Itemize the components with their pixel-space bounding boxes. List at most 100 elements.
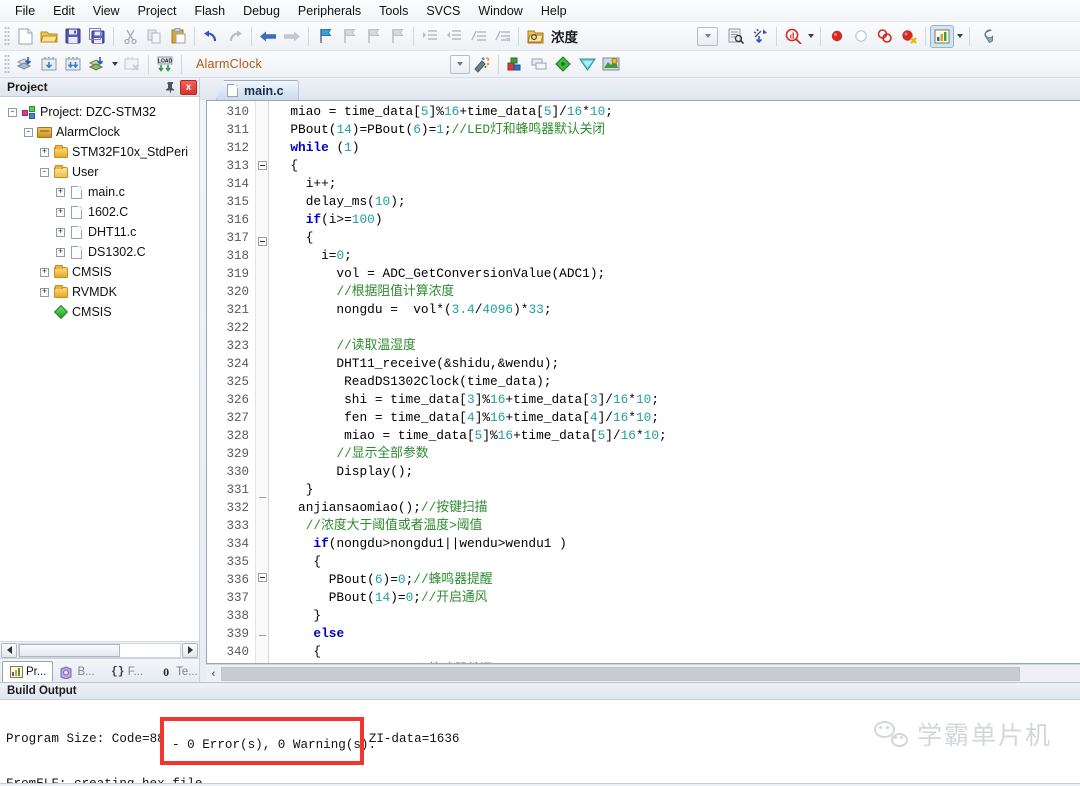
code-line[interactable]: { [275, 643, 1080, 661]
tree-expander[interactable]: - [8, 107, 17, 117]
pin-icon[interactable] [162, 79, 178, 95]
fold-collapse-icon[interactable] [256, 161, 268, 179]
pack-installer-icon[interactable] [551, 53, 575, 76]
code-line[interactable]: PBout(14)=0;//开启通风 [275, 589, 1080, 607]
code-line[interactable]: if(i>=100) [275, 211, 1080, 229]
toolbar-grip[interactable] [4, 54, 10, 74]
disable-all-breakpoints-icon[interactable] [873, 25, 897, 48]
code-line[interactable]: } [275, 481, 1080, 499]
tree-expander[interactable]: + [40, 147, 49, 157]
tree-item-cmsis-component[interactable]: CMSIS [0, 302, 199, 322]
rebuild-all-icon[interactable] [61, 53, 85, 76]
code-line[interactable]: //显示全部参数 [275, 445, 1080, 463]
target-dropdown-button[interactable] [450, 54, 470, 74]
project-tree[interactable]: - Project: DZC-STM32 - AlarmClock + STM3… [0, 97, 199, 641]
code-line[interactable]: if(nongdu>nongdu1||wendu>wendu1 ) [275, 535, 1080, 553]
redo-icon[interactable] [223, 25, 247, 48]
cut-icon[interactable] [118, 25, 142, 48]
find-next-icon[interactable] [724, 25, 748, 48]
scroll-left-icon[interactable]: ‹ [206, 665, 221, 682]
find-text-value[interactable]: 浓度 [547, 26, 582, 46]
scroll-right-icon[interactable] [182, 642, 198, 658]
save-icon[interactable] [61, 25, 85, 48]
menu-item-edit[interactable]: Edit [44, 2, 84, 20]
build-target-icon[interactable] [37, 53, 61, 76]
code-line[interactable]: i=0; [275, 247, 1080, 265]
kill-all-breakpoints-icon[interactable] [897, 25, 921, 48]
code-line[interactable]: //读取温湿度 [275, 337, 1080, 355]
undo-icon[interactable] [199, 25, 223, 48]
search-dropdown-button[interactable] [697, 26, 718, 46]
tree-item-ds1302-c[interactable]: + DS1302.C [0, 242, 199, 262]
menu-item-window[interactable]: Window [469, 2, 531, 20]
menu-item-view[interactable]: View [84, 2, 129, 20]
tree-item-stdperiph-group[interactable]: + STM32F10x_StdPeri [0, 142, 199, 162]
start-debug-session-icon[interactable]: d [781, 25, 805, 48]
menu-item-help[interactable]: Help [532, 2, 576, 20]
show-window-icon[interactable] [930, 24, 954, 48]
menu-item-flash[interactable]: Flash [185, 2, 234, 20]
code-line[interactable]: fen = time_data[4]%16+time_data[4]/16*10… [275, 409, 1080, 427]
stop-build-icon[interactable] [120, 53, 144, 76]
tree-expander[interactable]: - [40, 167, 49, 177]
code-line[interactable]: //浓度大于阈值或者温度>阈值 [275, 517, 1080, 535]
code-line[interactable]: PBout(6)=1;//蜂鸣器关闭 [275, 661, 1080, 663]
code-line[interactable]: else [275, 625, 1080, 643]
tree-item-1602-c[interactable]: + 1602.C [0, 202, 199, 222]
tab-project[interactable]: Pr... [2, 661, 54, 682]
paste-icon[interactable] [166, 25, 190, 48]
translate-file-icon[interactable] [13, 53, 37, 76]
code-line[interactable]: ReadDS1302Clock(time_data); [275, 373, 1080, 391]
download-icon[interactable]: LOAD [153, 53, 177, 76]
tab-templates[interactable]: 0 Te... [152, 661, 205, 682]
insert-breakpoint-icon[interactable] [825, 25, 849, 48]
code-line[interactable]: } [275, 607, 1080, 625]
disable-breakpoint-icon[interactable] [849, 25, 873, 48]
code-line[interactable]: DHT11_receive(&shidu,&wendu); [275, 355, 1080, 373]
scrollbar-track[interactable] [18, 642, 181, 658]
incremental-find-icon[interactable] [748, 25, 772, 48]
menu-item-debug[interactable]: Debug [234, 2, 289, 20]
scrollbar-track[interactable] [221, 666, 1080, 681]
batch-build-dropdown-button[interactable] [109, 53, 120, 76]
menu-item-tools[interactable]: Tools [370, 2, 417, 20]
multi-project-icon[interactable] [527, 53, 551, 76]
comment-lines-icon[interactable] [466, 25, 490, 48]
close-icon[interactable]: x [180, 79, 197, 95]
tree-expander[interactable]: - [24, 127, 33, 137]
code-editor[interactable]: 310 311 312 313 314 315 316 317 318 319 320 321 322 3… [206, 100, 1080, 664]
scrollbar-thumb[interactable] [19, 643, 121, 657]
manage-project-items-icon[interactable] [503, 53, 527, 76]
tree-expander[interactable]: + [40, 287, 49, 297]
menu-item-file[interactable]: File [6, 2, 44, 20]
uncomment-lines-icon[interactable] [490, 25, 514, 48]
tree-expander[interactable]: + [56, 227, 65, 237]
bookmark-clear-icon[interactable] [385, 25, 409, 48]
code-folding-column[interactable] [255, 101, 269, 663]
scrollbar-thumb[interactable] [221, 666, 1020, 681]
code-line[interactable]: i++; [275, 175, 1080, 193]
code-line[interactable]: PBout(6)=0;//蜂鸣器提醒 [275, 571, 1080, 589]
indent-left-icon[interactable] [442, 25, 466, 48]
tree-item-alarmclock[interactable]: - AlarmClock [0, 122, 199, 142]
tree-item-dht11-c[interactable]: + DHT11.c [0, 222, 199, 242]
editor-horizontal-scrollbar[interactable]: ‹ [206, 664, 1080, 682]
debug-dropdown-button[interactable] [805, 25, 816, 48]
target-options-icon[interactable] [470, 53, 494, 76]
code-line[interactable]: { [275, 553, 1080, 571]
menu-item-peripherals[interactable]: Peripherals [289, 2, 370, 20]
code-line[interactable]: PBout(14)=PBout(6)=1;//LED灯和蜂鸣器默认关闭 [275, 121, 1080, 139]
indent-right-icon[interactable] [418, 25, 442, 48]
tree-item-cmsis-group[interactable]: + CMSIS [0, 262, 199, 282]
bookmark-prev-icon[interactable] [337, 25, 361, 48]
code-line[interactable]: nongdu = vol*(3.4/4096)*33; [275, 301, 1080, 319]
show-window-dropdown-button[interactable] [954, 25, 965, 48]
menu-item-project[interactable]: Project [129, 2, 186, 20]
bookmark-next-icon[interactable] [361, 25, 385, 48]
menu-item-svcs[interactable]: SVCS [417, 2, 469, 20]
tree-item-project-root[interactable]: - Project: DZC-STM32 [0, 102, 199, 122]
fold-collapse-icon[interactable] [256, 237, 268, 255]
bookmark-toggle-icon[interactable] [313, 25, 337, 48]
code-line[interactable]: Display(); [275, 463, 1080, 481]
batch-build-icon[interactable] [85, 53, 109, 76]
